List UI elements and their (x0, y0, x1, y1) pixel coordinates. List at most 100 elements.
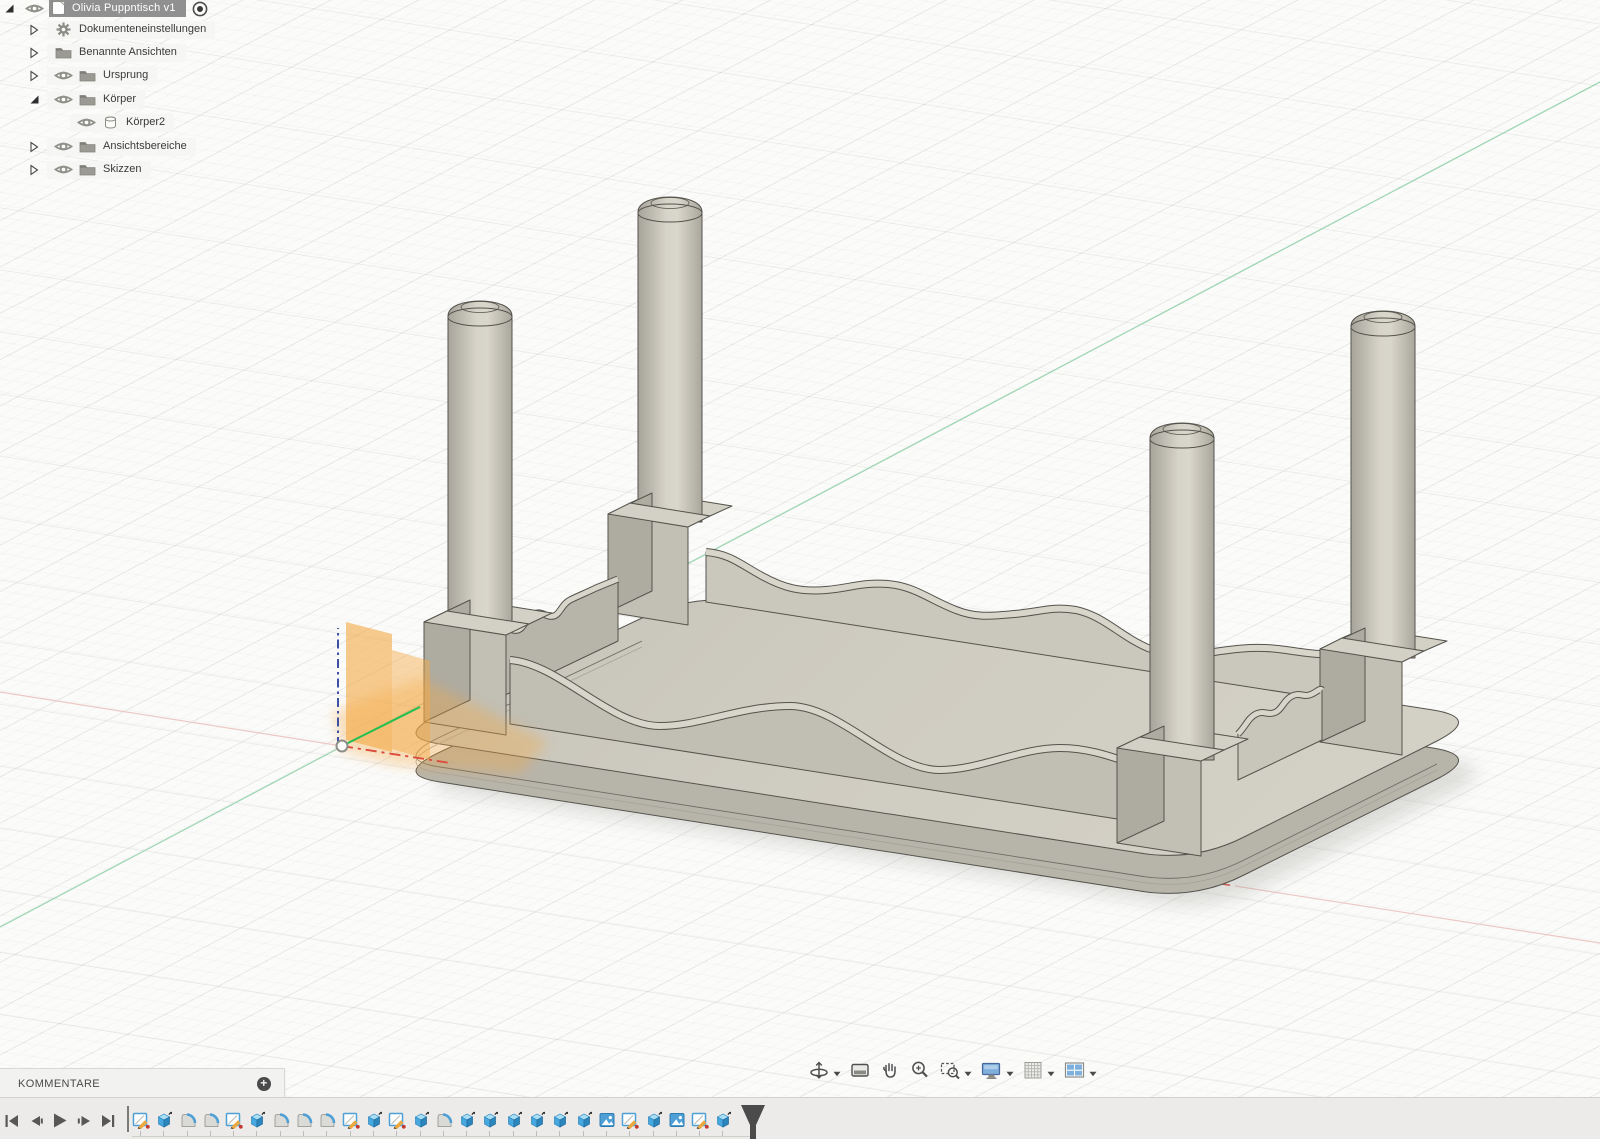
zoom-button[interactable] (907, 1058, 933, 1087)
timeline-feature-extrude[interactable] (645, 1111, 663, 1136)
browser-item-k-rper[interactable]: Körper (27, 90, 146, 109)
timeline-playhead[interactable] (739, 1104, 767, 1139)
chevron-right-icon[interactable] (27, 163, 41, 176)
timeline-feature-extrude[interactable] (505, 1111, 523, 1136)
chevron-down-icon[interactable] (833, 1064, 841, 1082)
orbit-icon (808, 1059, 830, 1086)
eye-icon[interactable] (51, 163, 75, 176)
eye-icon[interactable] (51, 93, 75, 106)
timeline-features (132, 1111, 732, 1136)
timeline-feature-fillet[interactable] (179, 1111, 197, 1136)
browser-item-label: Ansichtsbereiche (103, 140, 187, 152)
browser-item-label: Ursprung (103, 69, 149, 81)
fusion-app-window: Olivia Puppntisch v1 Dokumenteneinstellu… (0, 0, 1600, 1139)
look-at-button[interactable] (847, 1058, 873, 1087)
fit-button[interactable] (937, 1058, 974, 1087)
timeline-playback-controls (2, 1111, 117, 1130)
chevron-down-icon[interactable] (1006, 1064, 1014, 1082)
browser-item-ursprung[interactable]: Ursprung (27, 66, 158, 85)
timeline-feature-extrude[interactable] (481, 1111, 499, 1136)
step-back-button[interactable] (26, 1111, 45, 1130)
body-cylinder-icon (98, 115, 122, 130)
folder-icon (75, 163, 99, 176)
eye-icon[interactable] (51, 140, 75, 153)
browser-item-k-rper2[interactable]: Körper2 (64, 113, 175, 132)
timeline-feature-extrude[interactable] (155, 1111, 173, 1136)
browser-item-dokumenteneinstellungen[interactable]: Dokumenteneinstellungen (27, 20, 216, 39)
timeline-feature-canvas[interactable] (668, 1111, 686, 1136)
chevron-down-icon[interactable] (964, 1064, 972, 1082)
timeline-feature-extrude[interactable] (528, 1111, 546, 1136)
plus-circle-icon[interactable]: + (257, 1076, 271, 1091)
origin-point[interactable] (335, 739, 349, 753)
timeline-feature-extrude[interactable] (248, 1111, 266, 1136)
orbit-button[interactable] (806, 1058, 843, 1087)
pan-button[interactable] (877, 1058, 903, 1087)
timeline-strip (0, 1097, 1600, 1139)
table-leg-back-left (637, 196, 703, 523)
chevron-right-icon[interactable] (27, 46, 41, 59)
table-leg-back-right (1350, 310, 1416, 659)
timeline-feature-fillet[interactable] (435, 1111, 453, 1136)
comments-bar[interactable]: KOMMENTARE + (0, 1068, 285, 1099)
timeline-feature-extrude[interactable] (412, 1111, 430, 1136)
display-settings-button[interactable] (978, 1058, 1016, 1087)
document-icon (51, 0, 66, 16)
eye-icon[interactable] (74, 116, 98, 129)
timeline-feature-sketch[interactable] (621, 1111, 639, 1136)
eye-icon[interactable] (51, 69, 75, 82)
table-leg-front-left (447, 300, 513, 633)
chevron-right-icon[interactable] (27, 69, 41, 82)
timeline-feature-fillet[interactable] (202, 1111, 220, 1136)
activate-radio-icon[interactable] (190, 0, 209, 18)
zoom-icon (909, 1059, 931, 1086)
timeline-feature-sketch[interactable] (691, 1111, 709, 1136)
nav-toolbar (806, 1058, 1099, 1087)
browser-item-label: Körper2 (126, 116, 166, 128)
corner-block-back-right (1319, 310, 1448, 756)
timeline-feature-sketch[interactable] (132, 1111, 150, 1136)
chevron-right-icon[interactable] (27, 140, 41, 153)
skip-end-button[interactable] (98, 1111, 117, 1130)
timeline-feature-sketch[interactable] (342, 1111, 360, 1136)
model-body-koerper2[interactable] (415, 196, 1459, 894)
timeline-feature-fillet[interactable] (295, 1111, 313, 1136)
timeline-feature-fillet[interactable] (272, 1111, 290, 1136)
chevron-down-icon[interactable] (1047, 1064, 1055, 1082)
timeline-baseline (132, 1136, 750, 1137)
browser-item-ansichtsbereiche[interactable]: Ansichtsbereiche (27, 137, 196, 156)
play-button[interactable] (50, 1111, 69, 1130)
timeline-feature-sketch[interactable] (388, 1111, 406, 1136)
table-leg-front-right (1149, 422, 1215, 761)
browser-item-skizzen[interactable]: Skizzen (27, 160, 151, 179)
viewport-3d[interactable] (0, 0, 1600, 1139)
timeline-feature-extrude[interactable] (458, 1111, 476, 1136)
timeline-feature-extrude[interactable] (365, 1111, 383, 1136)
timeline-feature-fillet[interactable] (318, 1111, 336, 1136)
browser-root-row[interactable]: Olivia Puppntisch v1 (4, 0, 209, 18)
browser-item-benannte-ansichten[interactable]: Benannte Ansichten (27, 43, 186, 62)
step-forward-button[interactable] (74, 1111, 93, 1130)
look-at-icon (849, 1059, 871, 1086)
timeline-feature-sketch[interactable] (225, 1111, 243, 1136)
timeline-feature-extrude[interactable] (551, 1111, 569, 1136)
folder-icon (75, 69, 99, 82)
eye-icon[interactable] (25, 2, 44, 15)
browser-item-label: Körper (103, 93, 137, 105)
expanded-triangle-icon[interactable] (27, 94, 41, 105)
chevron-right-icon[interactable] (27, 23, 41, 36)
timeline-feature-extrude[interactable] (575, 1111, 593, 1136)
grid-display-button[interactable] (1020, 1058, 1057, 1087)
viewports-button[interactable] (1061, 1058, 1099, 1087)
timeline-feature-canvas[interactable] (598, 1111, 616, 1136)
expanded-triangle-icon[interactable] (4, 3, 15, 14)
browser-root-selected[interactable]: Olivia Puppntisch v1 (49, 0, 186, 17)
chevron-down-icon[interactable] (1089, 1064, 1097, 1082)
grid-display-icon (1022, 1059, 1044, 1086)
timeline-feature-extrude[interactable] (714, 1111, 732, 1136)
viewports-icon (1063, 1059, 1086, 1086)
folder-icon (75, 93, 99, 106)
sketch-plane-highlight-2[interactable] (392, 650, 430, 760)
comments-label: KOMMENTARE (18, 1077, 101, 1090)
skip-start-button[interactable] (2, 1111, 21, 1130)
